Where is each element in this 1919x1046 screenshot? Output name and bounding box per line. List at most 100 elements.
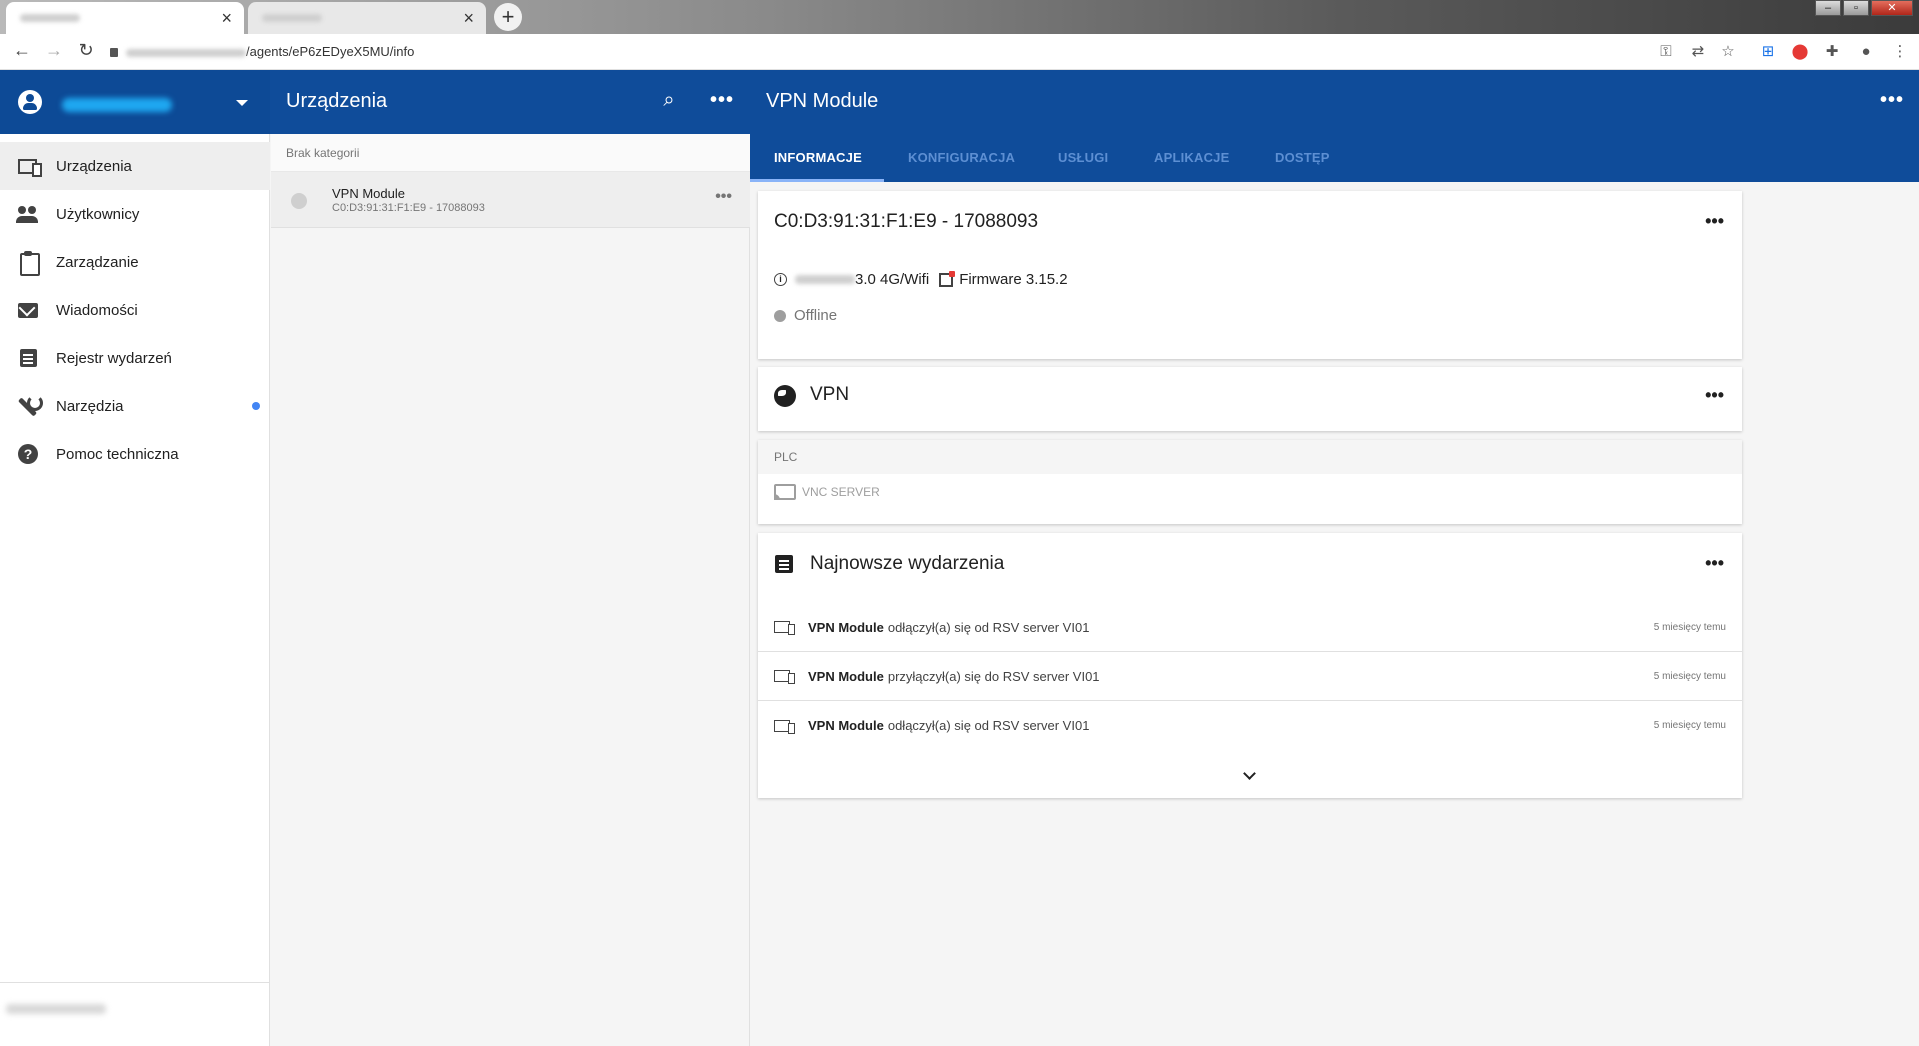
devices-icon: [774, 619, 796, 635]
extensions-icon[interactable]: ✚: [1822, 42, 1842, 62]
info-card-more-icon[interactable]: •••: [1705, 211, 1724, 232]
browser-tab-active[interactable]: ×: [6, 2, 244, 34]
lock-icon: [110, 48, 118, 57]
vpn-card: VPN •••: [758, 367, 1742, 431]
event-log-icon: [775, 555, 793, 573]
vpn-title: VPN: [810, 384, 850, 405]
status-row: Offline: [774, 307, 837, 324]
info-icon: i: [774, 273, 787, 286]
url-path: /agents/eP6zEDyeX5MU/info: [246, 44, 415, 59]
sidebar-item-uzytkownicy[interactable]: Użytkownicy: [0, 190, 270, 238]
browser-menu-icon[interactable]: ⋮: [1890, 42, 1910, 62]
sidebar-item-wiadomosci[interactable]: Wiadomości: [0, 286, 270, 334]
maximize-button[interactable]: ▫: [1843, 0, 1869, 16]
event-row[interactable]: VPN Module odłączył(a) się od RSV server…: [758, 603, 1742, 652]
list-item[interactable]: VPN Module C0:D3:91:31:F1:E9 - 17088093 …: [271, 172, 750, 228]
device-list-pane: Brak kategorii VPN Module C0:D3:91:31:F1…: [271, 134, 750, 1046]
event-text: przyłączył(a) się do RSV server VI01: [887, 668, 1100, 684]
tab-dostep[interactable]: DOSTĘP: [1275, 134, 1330, 182]
device-name: VPN Module: [332, 186, 405, 201]
caret-down-icon[interactable]: [236, 100, 248, 106]
device-info-card: C0:D3:91:31:F1:E9 - 17088093 ••• i 3.0 4…: [758, 191, 1742, 359]
reload-icon[interactable]: ↻: [74, 40, 98, 61]
vpn-card-more-icon[interactable]: •••: [1705, 385, 1724, 406]
close-icon[interactable]: ×: [463, 8, 474, 28]
devices-icon: [16, 154, 42, 178]
device-title: VPN Module: [766, 90, 879, 112]
plc-header: PLC: [758, 440, 1742, 474]
device-item-more-icon[interactable]: •••: [715, 188, 732, 206]
tab-title-redacted: [262, 14, 322, 22]
events-card-more-icon[interactable]: •••: [1705, 553, 1724, 574]
recent-events-card: Najnowsze wydarzenia ••• VPN Module odłą…: [758, 533, 1742, 798]
tab-konfiguracja[interactable]: KONFIGURACJA: [908, 134, 1015, 182]
events-title: Najnowsze wydarzenia: [810, 553, 1005, 574]
back-icon[interactable]: ←: [10, 40, 34, 61]
middle-pane-title: Urządzenia: [286, 90, 388, 112]
category-header: Brak kategorii: [271, 134, 750, 172]
event-device: VPN Module: [808, 619, 884, 635]
notification-badge: [252, 402, 260, 410]
event-time: 5 miesięcy temu: [1653, 621, 1726, 633]
status-text: Offline: [794, 307, 838, 324]
key-icon[interactable]: ⚿: [1656, 42, 1676, 62]
event-log-icon: [16, 346, 40, 370]
service-label: VNC SERVER: [802, 485, 880, 499]
profile-avatar[interactable]: ●: [1856, 42, 1876, 62]
sidebar-footer-redacted: [6, 1004, 106, 1014]
search-icon[interactable]: ⌕: [657, 88, 681, 112]
event-row[interactable]: VPN Module odłączył(a) się od RSV server…: [758, 701, 1742, 750]
opera-icon[interactable]: ⬤: [1790, 42, 1810, 62]
close-icon[interactable]: ×: [221, 8, 232, 28]
minimize-button[interactable]: –: [1815, 0, 1841, 16]
device-id-title: C0:D3:91:31:F1:E9 - 17088093: [774, 211, 1039, 232]
browser-toolbar: ← → ↻ /agents/eP6zEDyeX5MU/info ⚿ ⇄ ☆ ⊞ …: [0, 34, 1919, 70]
device-tabs: INFORMACJE KONFIGURACJA USŁUGI APLIKACJE…: [750, 134, 1919, 182]
clipboard-icon: [16, 250, 40, 276]
sidebar-item-label: Wiadomości: [56, 301, 138, 319]
user-menu[interactable]: [0, 70, 270, 134]
device-model-row: i 3.0 4G/Wifi Firmware 3.15.2: [774, 270, 1068, 288]
model-name-redacted: [795, 275, 855, 284]
sidebar-item-label: Narzędzia: [56, 397, 124, 415]
tab-aplikacje[interactable]: APLIKACJE: [1154, 134, 1229, 182]
forward-icon[interactable]: →: [42, 40, 66, 61]
device-more-icon[interactable]: •••: [1880, 88, 1904, 112]
event-row[interactable]: VPN Module przyłączył(a) się do RSV serv…: [758, 652, 1742, 701]
tab-informacje[interactable]: INFORMACJE: [774, 134, 862, 182]
vnc-server-service[interactable]: VNC SERVER: [774, 484, 880, 500]
chevron-down-icon[interactable]: [1242, 769, 1258, 785]
browser-tab[interactable]: ×: [248, 2, 486, 34]
event-time: 5 miesięcy temu: [1653, 670, 1726, 682]
window-controls: – ▫ ✕: [1813, 0, 1913, 18]
sidebar-item-urzadzenia[interactable]: Urządzenia: [0, 142, 270, 190]
sidebar-divider: [0, 982, 270, 983]
new-tab-button[interactable]: +: [494, 3, 522, 31]
users-icon: [16, 202, 40, 226]
sidebar-item-rejestr-wydarzen[interactable]: Rejestr wydarzeń: [0, 334, 270, 382]
sidebar-item-label: Rejestr wydarzeń: [56, 349, 172, 367]
devices-icon: [774, 668, 796, 684]
star-icon[interactable]: ☆: [1718, 42, 1738, 62]
tab-uslugi[interactable]: USŁUGI: [1058, 134, 1108, 182]
devices-icon: [774, 718, 796, 734]
firmware-icon: [939, 270, 956, 287]
username-redacted: [62, 98, 172, 112]
sidebar-item-label: Użytkownicy: [56, 205, 140, 223]
status-dot: [291, 193, 307, 209]
cast-icon: [774, 484, 796, 500]
middle-more-icon[interactable]: •••: [710, 88, 734, 112]
account-icon: [18, 90, 42, 114]
sidebar-item-zarzadzanie[interactable]: Zarządzanie: [0, 238, 270, 286]
device-identifier: C0:D3:91:31:F1:E9 - 17088093: [332, 202, 485, 214]
firmware-version: Firmware 3.15.2: [959, 271, 1068, 288]
translate-icon[interactable]: ⇄: [1688, 42, 1708, 62]
sidebar-item-pomoc-techniczna[interactable]: Pomoc techniczna: [0, 430, 270, 478]
extension-translate-icon[interactable]: ⊞: [1758, 42, 1778, 62]
close-window-button[interactable]: ✕: [1871, 0, 1913, 16]
model-suffix: 3.0 4G/Wifi: [855, 271, 930, 288]
address-bar[interactable]: /agents/eP6zEDyeX5MU/info: [110, 40, 1630, 64]
sidebar-item-narzedzia[interactable]: Narzędzia: [0, 382, 270, 430]
tab-title-redacted: [20, 14, 80, 22]
sidebar-item-label: Zarządzanie: [56, 253, 139, 271]
